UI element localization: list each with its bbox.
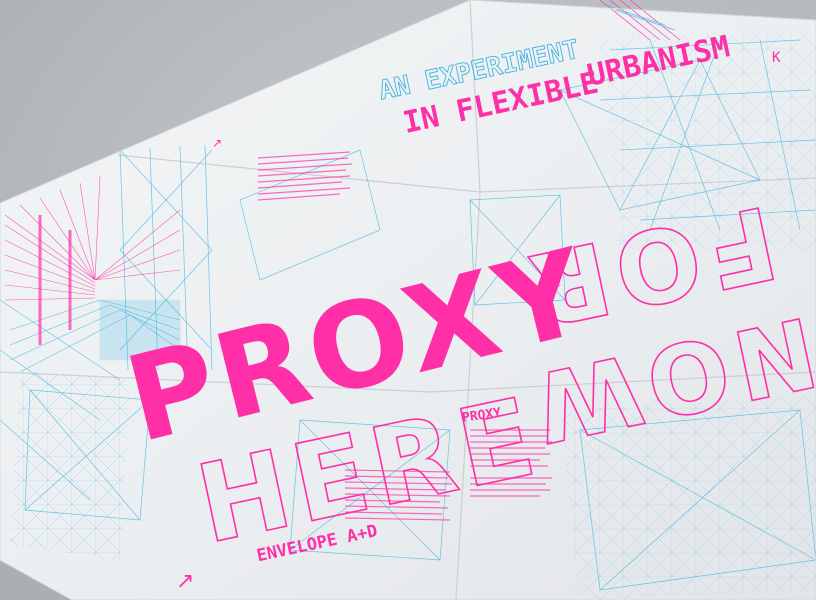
- corner-mark: K: [772, 50, 781, 66]
- scene: AN EXPERIMENT IN FLEXIBLE URBANISM PROXY…: [0, 0, 816, 600]
- arrow-icon-small: ↗: [212, 136, 222, 150]
- arrow-icon: ↗: [176, 569, 194, 594]
- grid-panel-left: [10, 370, 130, 560]
